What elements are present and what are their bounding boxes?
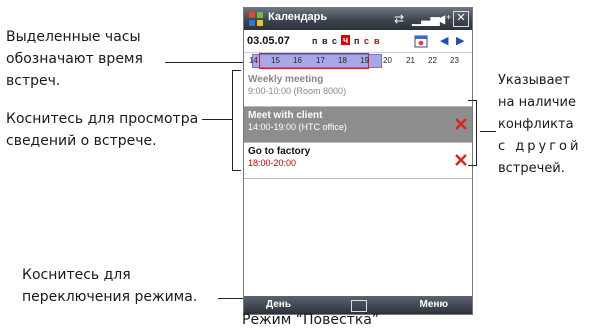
appointment-item[interactable]: Weekly meeting 9:00-10:00 (Room 8000) [244, 71, 472, 107]
annotation-mode-switch: Коснитесь для переключения режима. [22, 267, 198, 305]
appointment-title: Weekly meeting [248, 74, 324, 85]
hour-label: 22 [428, 56, 437, 65]
conflict-bracket [468, 100, 477, 101]
appointment-title: Meet with client [248, 110, 323, 121]
hour-label: 21 [406, 56, 415, 65]
weekday-wed[interactable]: с [332, 36, 337, 46]
next-arrow-icon[interactable]: ▶ [456, 34, 464, 47]
close-icon[interactable]: ✕ [453, 11, 469, 27]
current-date[interactable]: 03.05.07 [247, 35, 290, 47]
conflict-bracket [476, 100, 477, 166]
annotation-tap-details: Коснитесь для просмотра сведений о встре… [6, 111, 199, 149]
hour-strip[interactable]: 14 15 16 17 18 19 20 21 22 23 [246, 53, 470, 69]
annotation-leader-line [480, 131, 496, 132]
hour-label: 23 [450, 56, 459, 65]
date-header: 03.05.07 п в с ч п с в ◀ ▶ [244, 30, 472, 53]
day-view-softkey[interactable]: День [266, 299, 291, 310]
hour-label: 16 [293, 56, 302, 65]
window-title: Календарь [268, 11, 328, 23]
appointment-title: Go to factory [248, 146, 311, 157]
annotation-leader-line [165, 62, 245, 63]
weekday-sat[interactable]: с [364, 36, 369, 46]
keyboard-icon[interactable] [351, 300, 367, 312]
figure-caption: Режим “Повестка” [242, 312, 380, 328]
hour-label: 17 [316, 56, 325, 65]
prev-arrow-icon[interactable]: ◀ [440, 34, 448, 47]
volume-icon[interactable]: ◀⁺ [436, 11, 452, 27]
weekday-fri[interactable]: п [354, 36, 359, 46]
appointment-time: 9:00-10:00 (Room 8000) [248, 86, 347, 96]
annotation-conflict: Указывает на наличие конфликта с другой … [498, 73, 582, 176]
annotation-highlighted-hours: Выделенные часы обозначают время встреч. [6, 29, 143, 89]
hour-label: 14 [249, 56, 258, 65]
conflict-icon [455, 118, 467, 130]
device-screen: Календарь ⇄ ▁▃▅ ◀⁺ ✕ 03.05.07 п в с ч п … [243, 7, 473, 315]
hour-label: 18 [338, 56, 347, 65]
weekday-tue[interactable]: в [322, 36, 328, 46]
appointment-time: 14:00-19:00 (HTC office) [248, 122, 347, 132]
menu-softkey[interactable]: Меню [420, 299, 448, 310]
weekday-thu-current[interactable]: ч [341, 35, 351, 45]
annotation-bracket [232, 70, 233, 171]
annotation-bracket [232, 170, 241, 171]
hour-label: 19 [360, 56, 369, 65]
title-bar: Календарь ⇄ ▁▃▅ ◀⁺ ✕ [244, 8, 472, 30]
conflict-icon [455, 154, 467, 166]
hour-label: 20 [383, 56, 392, 65]
appointment-item-selected[interactable]: Meet with client 14:00-19:00 (HTC office… [244, 107, 472, 143]
appointment-time: 18:00-20:00 [248, 158, 297, 168]
conflict-bracket [468, 165, 477, 166]
today-icon[interactable] [414, 34, 428, 48]
annotation-bracket [232, 70, 241, 71]
weekday-sun[interactable]: в [374, 36, 380, 46]
appointment-item[interactable]: Go to factory 18:00-20:00 [244, 143, 472, 179]
connectivity-icon[interactable]: ⇄ [394, 11, 404, 27]
hour-label: 15 [271, 56, 280, 65]
annotation-leader-line [202, 119, 232, 120]
windows-start-icon[interactable] [248, 11, 264, 27]
weekday-mon[interactable]: п [312, 36, 317, 46]
